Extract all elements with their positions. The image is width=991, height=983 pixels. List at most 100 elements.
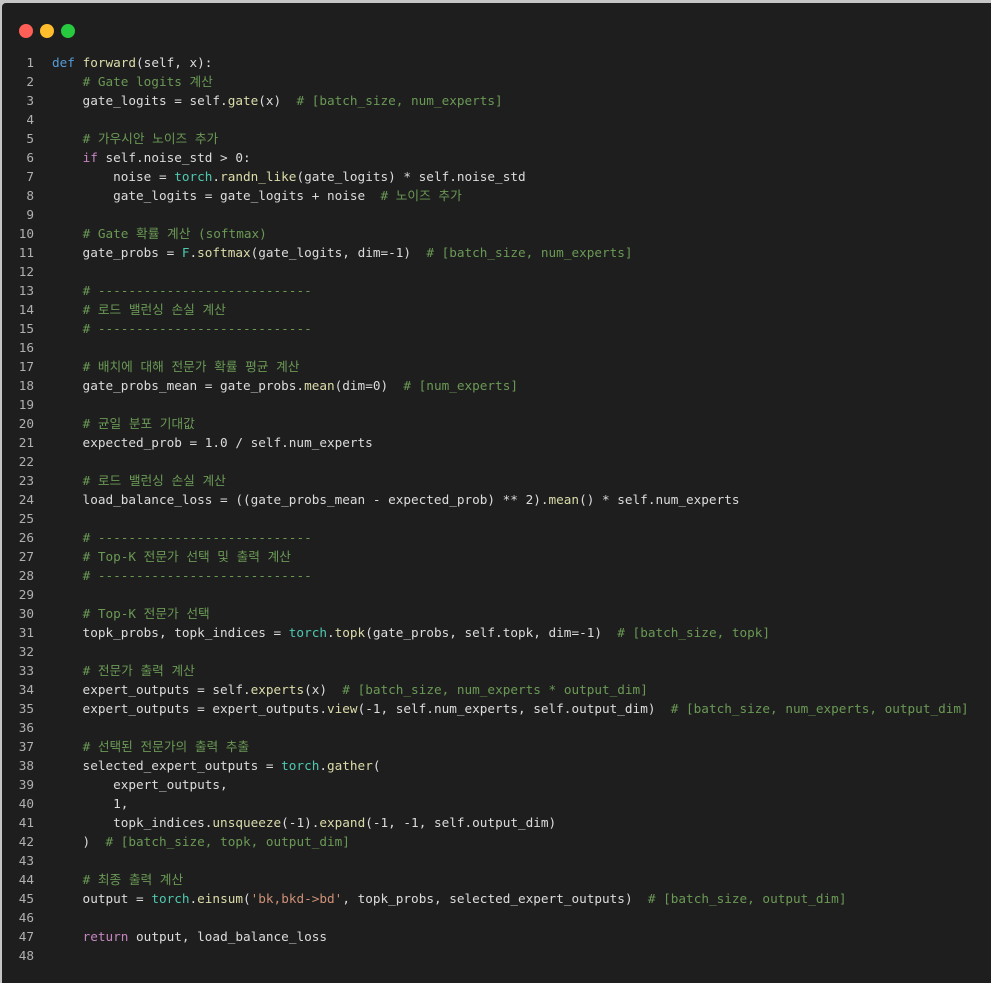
line-content: # 선택된 전문가의 출력 추출 <box>52 737 250 756</box>
code-line: 16 <box>2 338 991 357</box>
line-content: if self.noise_std > 0: <box>52 148 251 167</box>
code-line: 3 gate_logits = self.gate(x) # [batch_si… <box>2 91 991 110</box>
line-number: 13 <box>18 283 34 298</box>
line-content: expert_outputs = expert_outputs.view(-1,… <box>52 699 969 718</box>
code-token: # 균일 분포 기대값 <box>82 416 195 431</box>
maximize-icon[interactable] <box>61 24 75 38</box>
line-number: 30 <box>18 606 34 621</box>
code-line: 9 <box>2 205 991 224</box>
code-line: 24 load_balance_loss = ((gate_probs_mean… <box>2 490 991 509</box>
line-number: 42 <box>18 834 34 849</box>
code-line: 36 <box>2 718 991 737</box>
code-token: # [batch_size, num_experts * output_dim] <box>342 682 648 697</box>
code-token: # 로드 밸런싱 손실 계산 <box>82 473 226 488</box>
line-number: 45 <box>18 891 34 906</box>
line-number: 4 <box>26 112 34 127</box>
code-line: 11 gate_probs = F.softmax(gate_logits, d… <box>2 243 991 262</box>
line-number: 35 <box>18 701 34 716</box>
code-token: expert_outputs, <box>52 777 228 792</box>
line-content: noise = torch.randn_like(gate_logits) * … <box>52 167 526 186</box>
code-token: . <box>189 891 198 906</box>
code-token: gate_logits = gate_logits + noise <box>52 188 381 203</box>
code-line: 27 # Top-K 전문가 선택 및 출력 계산 <box>2 547 991 566</box>
line-number: 27 <box>18 549 34 564</box>
code-token: # [batch_size, num_experts] <box>426 245 633 260</box>
code-token: torch <box>151 891 190 906</box>
code-line: 13 # ---------------------------- <box>2 281 991 300</box>
line-number: 6 <box>26 150 34 165</box>
code-line: 1 def forward(self, x): <box>2 53 991 72</box>
code-line: 4 <box>2 110 991 129</box>
code-token: output, load_balance_loss <box>128 929 328 944</box>
code-token: einsum <box>197 891 243 906</box>
code-token: (x) <box>258 93 297 108</box>
line-number: 28 <box>18 568 34 583</box>
line-number: 1 <box>26 55 34 70</box>
line-content: gate_probs = F.softmax(gate_logits, dim=… <box>52 243 633 262</box>
line-number: 20 <box>18 416 34 431</box>
line-number: 26 <box>18 530 34 545</box>
code-token: 'bk,bkd->bd' <box>250 891 343 906</box>
code-token: # 노이즈 추가 <box>380 188 462 203</box>
code-token: # [batch_size, topk, output_dim] <box>105 834 350 849</box>
code-token: # 로드 밸런싱 손실 계산 <box>82 302 226 317</box>
code-token: F <box>181 245 190 260</box>
line-number: 2 <box>26 74 34 89</box>
code-line: 28 # ---------------------------- <box>2 566 991 585</box>
code-line: 18 gate_probs_mean = gate_probs.mean(dim… <box>2 376 991 395</box>
code-token: # [batch_size, topk] <box>617 625 771 640</box>
code-line: 22 <box>2 452 991 471</box>
code-token: def <box>52 55 83 70</box>
code-token: if <box>82 150 98 165</box>
code-line: 40 1, <box>2 794 991 813</box>
code-token: # ---------------------------- <box>82 530 312 545</box>
line-number: 36 <box>18 720 34 735</box>
line-number: 14 <box>18 302 34 317</box>
code-token: (gate_logits, dim=-1) <box>250 245 427 260</box>
code-token: gather <box>327 758 373 773</box>
code-line: 45 output = torch.einsum('bk,bkd->bd', t… <box>2 889 991 908</box>
code-token: torch <box>174 169 213 184</box>
code-line: 23 # 로드 밸런싱 손실 계산 <box>2 471 991 490</box>
line-content: expert_outputs = self.experts(x) # [batc… <box>52 680 648 699</box>
code-token: (gate_logits) * self.noise_std <box>296 169 526 184</box>
line-content: # ---------------------------- <box>52 566 312 585</box>
code-token: # 최종 출력 계산 <box>82 872 184 887</box>
code-line: 48 <box>2 946 991 965</box>
code-token: forward <box>82 55 137 70</box>
code-token: # Gate logits 계산 <box>82 74 213 89</box>
line-content: output = torch.einsum('bk,bkd->bd', topk… <box>52 889 847 908</box>
code-line: 7 noise = torch.randn_like(gate_logits) … <box>2 167 991 186</box>
line-number: 7 <box>26 169 34 184</box>
code-token: # Top-K 전문가 선택 <box>82 606 210 621</box>
code-line: 25 <box>2 509 991 528</box>
code-line: 42 ) # [batch_size, topk, output_dim] <box>2 832 991 851</box>
code-token: # ---------------------------- <box>82 283 312 298</box>
code-line: 15 # ---------------------------- <box>2 319 991 338</box>
line-number: 10 <box>18 226 34 241</box>
line-number: 8 <box>26 188 34 203</box>
line-number: 41 <box>18 815 34 830</box>
line-content: # 배치에 대해 전문가 확률 평균 계산 <box>52 357 300 376</box>
line-content: # Top-K 전문가 선택 및 출력 계산 <box>52 547 291 566</box>
code-token: selected_expert_outputs = <box>52 758 282 773</box>
code-block[interactable]: 1 def forward(self, x): 2 # Gate logits 계산… <box>2 53 991 965</box>
code-token: () * self.num_experts <box>579 492 740 507</box>
code-token: mean <box>304 378 335 393</box>
code-token: # 가우시안 노이즈 추가 <box>82 131 219 146</box>
line-number: 43 <box>18 853 34 868</box>
line-number: 9 <box>26 207 34 222</box>
close-icon[interactable] <box>19 24 33 38</box>
line-number: 3 <box>26 93 34 108</box>
line-content: gate_logits = gate_logits + noise # 노이즈 … <box>52 186 462 205</box>
line-content: # ---------------------------- <box>52 319 312 338</box>
minimize-icon[interactable] <box>40 24 54 38</box>
